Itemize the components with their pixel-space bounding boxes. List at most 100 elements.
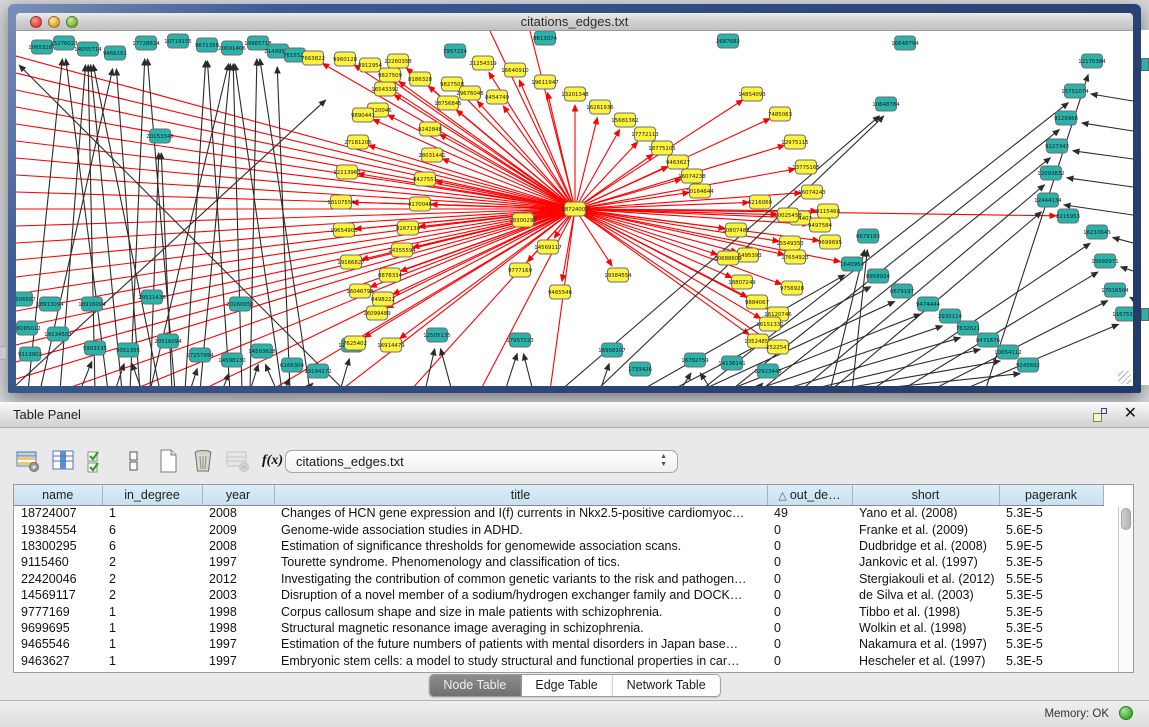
graph-node[interactable]: 21254319 (469, 56, 497, 70)
table-selector-dropdown[interactable]: citations_edges.txt ▲▼ (285, 450, 678, 473)
table-cell[interactable]: 2 (102, 571, 202, 587)
graph-node[interactable]: 9699695 (818, 235, 842, 249)
graph-node[interactable]: 5903135 (83, 341, 107, 355)
graph-node[interactable]: 19166827 (337, 255, 364, 269)
graph-node[interactable]: 8958924 (866, 269, 891, 283)
table-cell[interactable]: 14569117 (14, 587, 102, 603)
resize-grip-icon[interactable] (1118, 371, 1131, 384)
table-cell[interactable]: 9699695 (14, 620, 102, 636)
vertical-scrollbar[interactable] (1118, 506, 1133, 672)
scrollbar-thumb[interactable] (1121, 508, 1131, 530)
graph-node[interactable]: 19654903 (330, 223, 357, 237)
graph-node[interactable]: 11675334 (1112, 307, 1133, 321)
graph-node[interactable]: 18775105 (648, 141, 675, 155)
graph-node[interactable]: 16640910 (501, 63, 529, 77)
graph-node[interactable]: 16074238 (678, 169, 706, 183)
graph-node[interactable]: 18916094 (78, 297, 106, 311)
graph-node[interactable]: 17957223 (506, 333, 533, 347)
hidden-panel-handle[interactable] (0, 346, 7, 360)
table-cell[interactable]: 5.9E-5 (999, 538, 1103, 554)
table-cell[interactable]: 19384554 (14, 521, 102, 537)
graph-node[interactable]: 17772113 (631, 127, 658, 141)
merge-columns-icon[interactable] (119, 448, 146, 475)
table-cell[interactable]: Stergiakouli et al. (2012) (852, 571, 999, 587)
graph-node[interactable]: 1733426 (628, 362, 653, 376)
graph-node[interactable]: 20160650 (226, 297, 254, 311)
graph-node[interactable]: 4170046 (408, 197, 433, 211)
graph-node[interactable]: 16914479 (377, 338, 405, 352)
graph-node[interactable]: 2687682 (716, 34, 740, 48)
graph-node[interactable]: 9051355 (116, 343, 140, 357)
close-panel-icon[interactable]: ✕ (1124, 405, 1137, 423)
table-row[interactable]: 1872400712008Changes of HCN gene express… (14, 505, 1103, 521)
graph-node[interactable]: 6166304 (280, 358, 305, 372)
graph-node[interactable]: 8186328 (408, 72, 433, 86)
graph-node[interactable]: 18300295 (509, 213, 536, 227)
graph-node[interactable]: 10648784 (872, 97, 900, 111)
graph-node[interactable]: 14355594 (388, 243, 416, 257)
graph-node[interactable]: 12093832 (1037, 166, 1064, 180)
graph-node[interactable]: 27181206 (344, 135, 372, 149)
graph-node[interactable]: 16782759 (681, 353, 709, 367)
table-row[interactable]: 946362711997Embryonic stem cells: a mode… (14, 653, 1103, 669)
table-cell[interactable]: 1 (102, 636, 202, 652)
graph-node[interactable]: 8912954 (358, 58, 383, 72)
graph-node[interactable]: 18807249 (728, 275, 756, 289)
table-cell[interactable]: 18300295 (14, 538, 102, 554)
table-row[interactable]: 1938455462009Genome-wide association stu… (14, 521, 1103, 537)
graph-node[interactable]: 6216060 (748, 195, 773, 209)
table-cell[interactable]: Structural magnetic resonance image aver… (274, 620, 767, 636)
graph-node[interactable]: 15751074 (1061, 84, 1089, 98)
graph-node[interactable]: 14569117 (534, 240, 561, 254)
table-cell[interactable]: 0 (767, 554, 852, 570)
table-row[interactable]: 977716911998Corpus callosum shape and si… (14, 603, 1103, 619)
table-cell[interactable]: 2008 (202, 538, 274, 554)
table-cell[interactable]: 0 (767, 653, 852, 669)
table-cell[interactable]: Genome-wide association studies in ADHD. (274, 521, 767, 537)
table-cell[interactable]: Franke et al. (2009) (852, 521, 999, 537)
table-cell[interactable]: 6 (102, 521, 202, 537)
graph-node[interactable]: 10025458 (774, 208, 802, 222)
table-cell[interactable]: 18724007 (14, 505, 102, 521)
graph-node[interactable]: 10164644 (686, 184, 714, 198)
graph-node[interactable]: 16958107 (598, 343, 625, 357)
graph-node[interactable]: 9756928 (780, 281, 805, 295)
graph-node[interactable]: 10688609 (714, 251, 742, 265)
graph-node[interactable]: 9671358 (195, 38, 220, 52)
table-cell[interactable]: 2009 (202, 521, 274, 537)
table-cell[interactable]: 5.3E-5 (999, 620, 1103, 636)
new-table-icon[interactable] (154, 448, 181, 475)
graph-node[interactable]: 19194172 (304, 364, 331, 378)
graph-node[interactable]: 14854093 (738, 87, 765, 101)
network-graph[interactable]: 1872400718300295106532871527602314055714… (16, 31, 1133, 386)
table-row[interactable]: 911546021997Tourette syndrome. Phenomeno… (14, 554, 1103, 570)
graph-node[interactable]: 17654923 (781, 250, 808, 264)
table-row[interactable]: 969969511998Structural magnetic resonanc… (14, 620, 1103, 636)
graph-node[interactable]: 8267130 (396, 221, 421, 235)
table-cell[interactable]: Nakamura et al. (1997) (852, 636, 999, 652)
graph-node[interactable]: 9960128 (333, 52, 358, 66)
table-cell[interactable]: 0 (767, 587, 852, 603)
graph-node[interactable]: 7632621 (956, 321, 980, 335)
graph-node[interactable]: 12444134 (1034, 193, 1062, 207)
graph-node[interactable]: 8813074 (533, 31, 558, 45)
graph-node[interactable]: 8427551 (413, 172, 437, 186)
select-rows-icon[interactable] (84, 448, 111, 475)
table-row[interactable]: 2242004622012Investigating the contribut… (14, 571, 1103, 587)
graph-node[interactable]: 9129966 (1054, 111, 1079, 125)
network-canvas-area[interactable]: 1872400718300295106532871527602314055714… (16, 31, 1133, 386)
graph-node[interactable]: 16099489 (363, 306, 391, 320)
graph-node[interactable]: 9777169 (508, 263, 533, 277)
graph-node[interactable]: 9242848 (418, 122, 443, 136)
window-titlebar[interactable]: citations_edges.txt (16, 13, 1133, 31)
table-cell[interactable]: 0 (767, 603, 852, 619)
graph-node[interactable]: 20516094 (154, 334, 182, 348)
graph-node[interactable]: 13201348 (561, 87, 589, 101)
table-cell[interactable]: Hescheler et al. (1997) (852, 653, 999, 669)
table-cell[interactable]: 9465546 (14, 636, 102, 652)
table-cell[interactable]: Tibbo et al. (1998) (852, 603, 999, 619)
graph-node[interactable]: 8878334 (378, 268, 403, 282)
graph-node[interactable]: 15549353 (776, 236, 803, 250)
table-cell[interactable]: 5.3E-5 (999, 653, 1103, 669)
table-row[interactable]: 946554611997Estimation of the future num… (14, 636, 1103, 652)
